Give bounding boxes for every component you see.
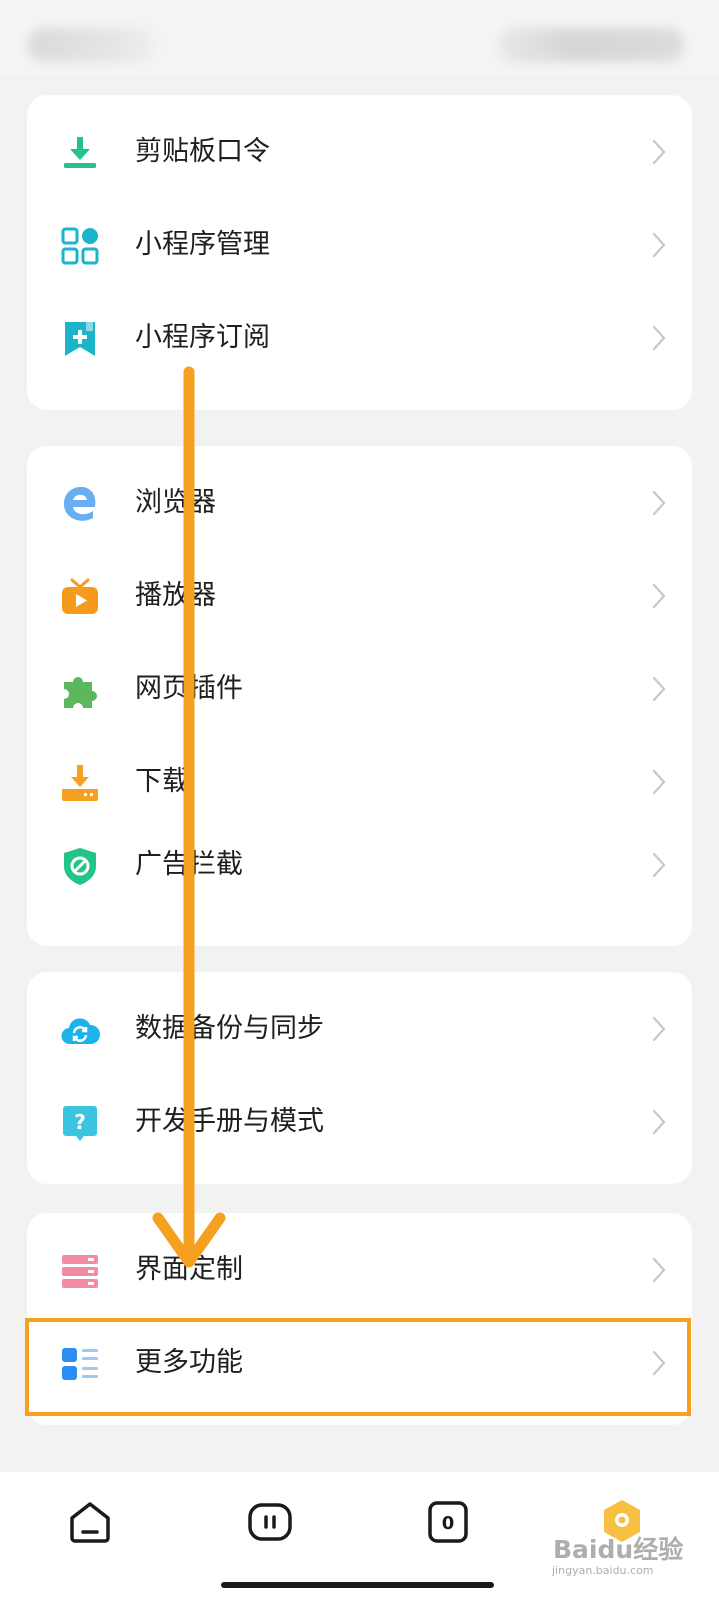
chevron-right-icon xyxy=(652,1016,666,1042)
chevron-right-icon xyxy=(652,139,666,165)
chevron-right-icon xyxy=(652,1257,666,1283)
menu-item-label: 播放器 xyxy=(135,580,216,611)
tab-switch-icon[interactable] xyxy=(242,1494,298,1550)
menu-item-label: 下载 xyxy=(135,766,189,797)
browser-e-icon xyxy=(64,486,96,521)
bookmark-plus-icon xyxy=(65,322,95,356)
menu-item-label: 网页插件 xyxy=(135,673,243,704)
menu-item-mini-program-subscribe[interactable]: 小程序订阅 xyxy=(27,299,692,377)
menu-item-ui-customize[interactable]: 界面定制 xyxy=(27,1231,692,1309)
window-count-icon[interactable]: 0 xyxy=(420,1494,476,1550)
menu-item-web-plugins[interactable]: 网页插件 xyxy=(27,650,692,728)
grid-apps-icon xyxy=(61,227,99,265)
menu-item-label: 开发手册与模式 xyxy=(135,1106,324,1137)
blurred-title xyxy=(28,28,156,62)
menu-item-label: 数据备份与同步 xyxy=(135,1013,324,1044)
watermark-url: jingyan.baidu.com xyxy=(552,1564,654,1577)
chevron-right-icon xyxy=(652,769,666,795)
download-tray-icon xyxy=(62,765,98,801)
chevron-right-icon xyxy=(652,1109,666,1135)
svg-text:?: ? xyxy=(74,1110,86,1134)
puzzle-icon xyxy=(64,676,97,708)
menu-item-label: 浏览器 xyxy=(135,487,216,518)
shield-block-icon xyxy=(64,848,96,885)
chevron-right-icon xyxy=(652,583,666,609)
cloud-sync-icon xyxy=(61,1018,100,1045)
blurred-status xyxy=(498,28,684,62)
menu-item-dev-manual[interactable]: ? 开发手册与模式 xyxy=(27,1083,692,1161)
download-clipboard-icon xyxy=(64,137,96,168)
chevron-right-icon xyxy=(652,852,666,878)
menu-item-mini-program-manage[interactable]: 小程序管理 xyxy=(27,206,692,284)
menu-item-clipboard[interactable]: 剪贴板口令 xyxy=(27,113,692,191)
menu-item-backup-sync[interactable]: 数据备份与同步 xyxy=(27,990,692,1068)
menu-item-download[interactable]: 下载 xyxy=(27,743,692,821)
layout-customize-icon xyxy=(62,1255,98,1288)
chevron-right-icon xyxy=(652,325,666,351)
settings-card-1: 剪贴板口令 小程序管理 小程序订阅 xyxy=(27,95,692,410)
menu-item-player[interactable]: 播放器 xyxy=(27,557,692,635)
menu-item-label: 小程序订阅 xyxy=(135,322,270,353)
home-indicator xyxy=(221,1582,494,1588)
menu-item-ad-block[interactable]: 广告拦截 xyxy=(27,826,692,904)
menu-item-label: 界面定制 xyxy=(135,1254,243,1285)
svg-text:0: 0 xyxy=(442,1513,455,1534)
menu-item-label: 广告拦截 xyxy=(135,849,243,880)
menu-item-label: 小程序管理 xyxy=(135,229,270,260)
watermark-logo: Baidu经验 xyxy=(553,1535,684,1564)
menu-item-browser[interactable]: 浏览器 xyxy=(27,464,692,542)
help-bubble-icon: ? xyxy=(63,1106,97,1141)
top-bar xyxy=(0,0,719,76)
home-icon[interactable] xyxy=(62,1494,118,1550)
settings-card-3: 数据备份与同步 ? 开发手册与模式 xyxy=(27,972,692,1184)
menu-item-label: 剪贴板口令 xyxy=(135,136,270,167)
chevron-right-icon xyxy=(652,232,666,258)
chevron-right-icon xyxy=(652,490,666,516)
settings-card-2: 浏览器 播放器 网页插件 下载 广告拦截 xyxy=(27,446,692,946)
tv-play-icon xyxy=(62,578,98,614)
annotation-highlight-box xyxy=(25,1318,691,1416)
chevron-right-icon xyxy=(652,676,666,702)
